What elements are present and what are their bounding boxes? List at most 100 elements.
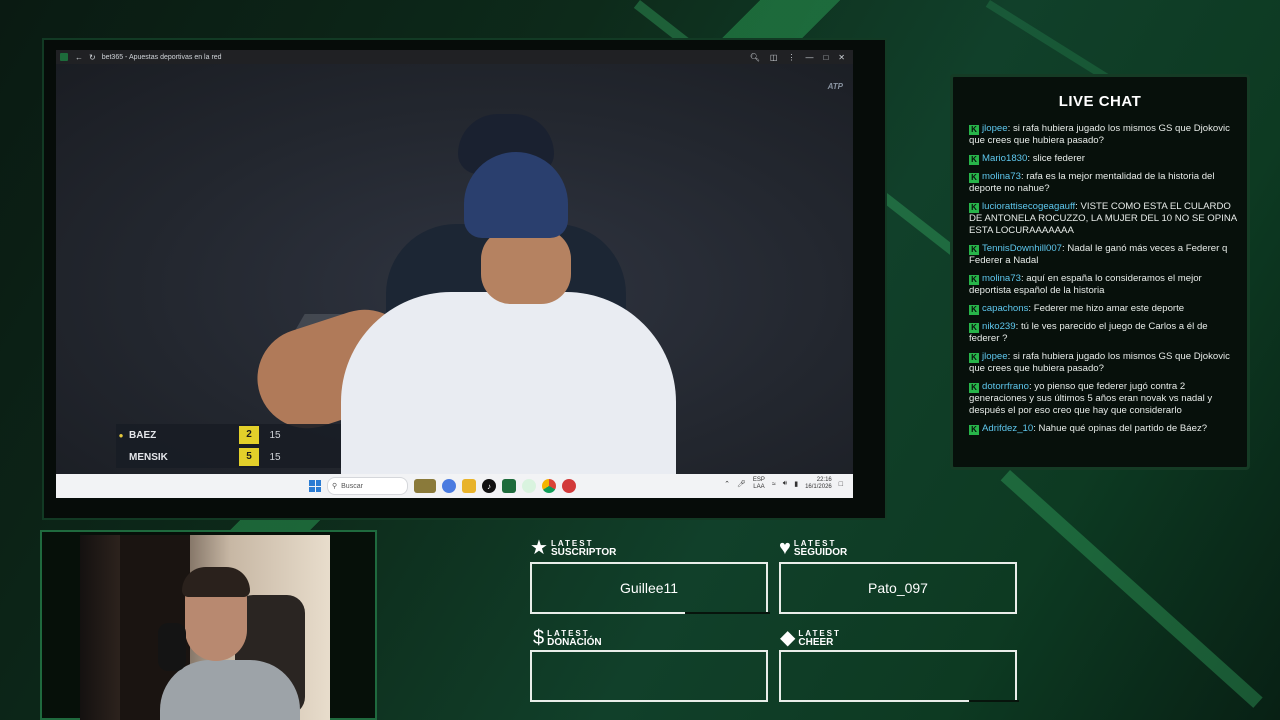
- latest-subscriber-label: ★ LATEST SUSCRIPTOR: [530, 537, 617, 559]
- scoreboard: ● BAEZ 2 15 MENSIK 5 15: [116, 424, 341, 468]
- player-name: BAEZ: [129, 429, 157, 441]
- tiktok-icon[interactable]: ♪: [482, 479, 496, 493]
- chat-username[interactable]: dotorrfrano: [982, 381, 1029, 392]
- language-indicator[interactable]: ESP LAA: [753, 477, 765, 491]
- search-placeholder: Buscar: [341, 482, 363, 490]
- platform-badge-icon: K: [969, 203, 979, 213]
- window-title: bet365 - Apuestas deportivas en la red: [101, 53, 222, 61]
- latest-donation-label: $ LATEST DONACIÓN: [533, 627, 602, 649]
- player-name: MENSIK: [129, 451, 168, 463]
- back-icon[interactable]: ←: [75, 53, 83, 62]
- platform-badge-icon: K: [969, 173, 979, 183]
- minimize-icon[interactable]: —: [805, 53, 813, 62]
- menu-icon[interactable]: ⋮: [787, 53, 795, 62]
- notification-icon[interactable]: □: [839, 481, 843, 488]
- chat-username[interactable]: luciorattisecogeagauff: [982, 201, 1075, 212]
- chat-message: Kjlopee: si rafa hubiera jugado los mism…: [969, 351, 1237, 375]
- chat-message: Kdotorrfrano: yo pienso que federer jugó…: [969, 381, 1237, 417]
- taskbar-search[interactable]: ⚲ Buscar: [327, 477, 408, 495]
- chat-text: slice federer: [1032, 153, 1085, 164]
- webcam-feed: [80, 535, 330, 720]
- player-points: 15: [269, 429, 281, 441]
- chat-text: Federer me hizo amar este deporte: [1033, 303, 1185, 314]
- battery-icon[interactable]: ▮: [794, 480, 798, 488]
- maximize-icon[interactable]: □: [823, 53, 828, 62]
- app-icon[interactable]: [562, 479, 576, 493]
- video-player[interactable]: ATP ● BAEZ 2 15 MENSIK 5 15: [56, 64, 853, 498]
- platform-badge-icon: K: [969, 275, 979, 285]
- browser-titlebar: ← ↻ bet365 - Apuestas deportivas en la r…: [56, 50, 853, 64]
- player-points: 15: [269, 451, 281, 463]
- chat-text: Nahue qué opinas del partido de Báez?: [1038, 423, 1208, 434]
- chat-message: Kmolina73: rafa es la mejor mentalidad d…: [969, 171, 1237, 195]
- chat-message: Kjlopee: si rafa hubiera jugado los mism…: [969, 123, 1237, 147]
- windows-taskbar: ⚲ Buscar ♪ ⌃ 🎤︎ ESP LAA ≈ 🔊︎ ▮ 22:16 16/…: [56, 474, 853, 498]
- widgets-icon[interactable]: [414, 479, 436, 493]
- chat-message: Kniko239: tú le ves parecido el juego de…: [969, 321, 1237, 345]
- chat-username[interactable]: niko239: [982, 321, 1016, 332]
- clock[interactable]: 22:16 16/1/2026: [805, 477, 832, 491]
- heart-icon: ♥: [779, 537, 791, 559]
- chat-username[interactable]: jlopee: [982, 123, 1008, 134]
- player-games: 5: [239, 448, 259, 466]
- chat-message: Kcapachons: Federer me hizo amar este de…: [969, 303, 1237, 315]
- chevron-up-icon[interactable]: ⌃: [724, 480, 730, 488]
- chat-message: K TennisDownhill007: Nadal le ganó más ve…: [969, 243, 1237, 267]
- refresh-icon[interactable]: ↻: [89, 53, 96, 62]
- bet365-app-icon[interactable]: [502, 479, 516, 493]
- latest-subscriber-box: Guillee11: [530, 562, 770, 614]
- close-icon[interactable]: ✕: [838, 53, 845, 62]
- platform-badge-icon: K: [969, 353, 979, 363]
- wifi-icon[interactable]: ≈: [772, 481, 776, 488]
- live-chat-panel: LIVE CHAT Kjlopee: si rafa hubiera jugad…: [950, 74, 1250, 470]
- platform-badge-icon: K: [969, 155, 979, 165]
- platform-badge-icon: K: [969, 125, 979, 135]
- chat-username[interactable]: Mario1830: [982, 153, 1027, 164]
- chat-message: Kmolina73: aquí en españa lo consideramo…: [969, 273, 1237, 297]
- chat-message: K Mario1830: slice federer: [969, 153, 1237, 165]
- whatsapp-icon[interactable]: [522, 479, 536, 493]
- score-row: ● BAEZ 2 15: [116, 424, 341, 446]
- zoom-icon[interactable]: 🔍︎: [750, 53, 760, 62]
- bg-stripe: [1000, 470, 1263, 708]
- diamond-icon: ◆: [780, 627, 796, 649]
- latest-follower-value: Pato_097: [868, 580, 928, 596]
- chat-username[interactable]: capachons: [982, 303, 1028, 314]
- platform-badge-icon: K: [969, 383, 979, 393]
- latest-cheer-box: [779, 650, 1019, 702]
- microphone: [158, 623, 186, 671]
- streamer-hair: [182, 567, 250, 597]
- file-explorer-icon[interactable]: [462, 479, 476, 493]
- platform-badge-icon: K: [969, 305, 979, 315]
- chat-username[interactable]: TennisDownhill007: [982, 243, 1062, 254]
- latest-subscriber-value: Guillee11: [619, 580, 679, 596]
- chrome-icon[interactable]: [542, 479, 556, 493]
- extension-icon[interactable]: ◫: [770, 53, 778, 62]
- broadcast-watermark: ATP: [827, 82, 843, 91]
- copilot-icon[interactable]: [442, 479, 456, 493]
- player-figure: [341, 292, 676, 498]
- star-icon: ★: [530, 537, 548, 559]
- microphone-icon[interactable]: 🎤︎: [737, 480, 746, 488]
- chat-username[interactable]: molina73: [982, 171, 1021, 182]
- platform-badge-icon: K: [969, 245, 979, 255]
- platform-badge-icon: K: [969, 323, 979, 333]
- chat-title: LIVE CHAT: [1058, 93, 1142, 110]
- chat-username[interactable]: jlopee: [982, 351, 1008, 362]
- player-games: 2: [239, 426, 259, 444]
- start-icon[interactable]: [309, 480, 321, 492]
- latest-cheer-label: ◆ LATEST CHEER: [780, 627, 841, 649]
- score-row: MENSIK 5 15: [116, 446, 341, 468]
- latest-follower-box: Pato_097: [779, 562, 1017, 614]
- chat-message: K Adrifdez_10: Nahue qué opinas del parti…: [969, 423, 1237, 435]
- dollar-icon: $: [533, 627, 545, 649]
- chat-messages: Kjlopee: si rafa hubiera jugado los mism…: [969, 123, 1237, 441]
- chat-username[interactable]: molina73: [982, 273, 1021, 284]
- latest-follower-label: ♥ LATEST SEGUIDOR: [779, 537, 848, 559]
- platform-badge-icon: K: [969, 425, 979, 435]
- volume-icon[interactable]: 🔊︎: [783, 480, 787, 488]
- site-favicon-icon: [60, 53, 68, 61]
- serve-indicator-icon: ●: [118, 430, 124, 440]
- latest-donation-box: [530, 650, 768, 702]
- chat-username[interactable]: Adrifdez_10: [982, 423, 1033, 434]
